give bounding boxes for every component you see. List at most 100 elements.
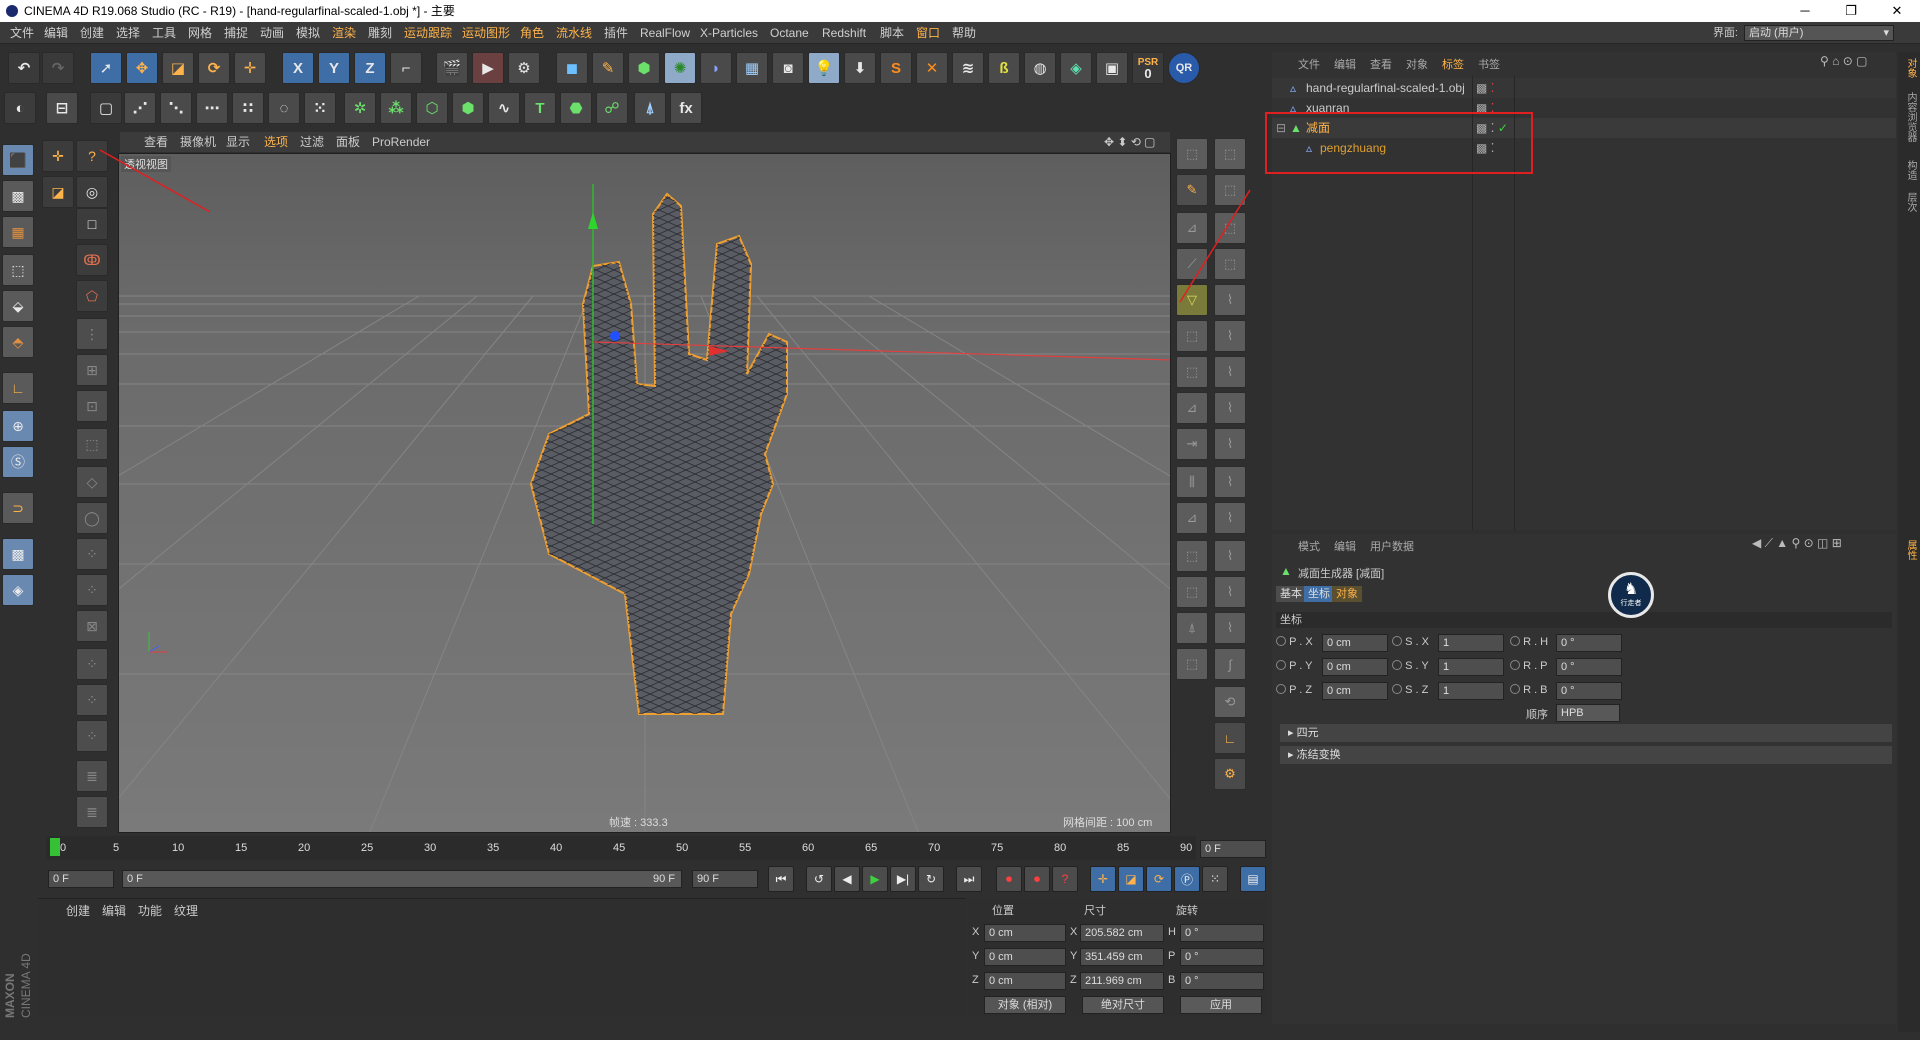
- axis-mode-button[interactable]: ∟: [2, 372, 34, 404]
- menu-mograph[interactable]: 运动图形: [462, 22, 510, 44]
- side-tool-21[interactable]: ⌇: [1214, 502, 1246, 534]
- sphere-button[interactable]: ◍: [1024, 52, 1056, 84]
- mat-menu-create[interactable]: 创建: [66, 902, 90, 919]
- om-menu-file[interactable]: 文件: [1298, 56, 1320, 72]
- goto-end-button[interactable]: ⏭: [956, 866, 982, 892]
- scale-axis-button[interactable]: ◪: [42, 176, 74, 208]
- psr-button[interactable]: PSR 0: [1132, 52, 1164, 84]
- extrude-tool[interactable]: ⬣: [560, 92, 592, 124]
- side-tool-11[interactable]: ⌇: [1214, 320, 1246, 352]
- polygon-select-button[interactable]: ⬠: [76, 280, 108, 312]
- menu-script[interactable]: 脚本: [880, 22, 904, 44]
- help-button[interactable]: ?: [76, 140, 108, 172]
- text-tool[interactable]: T: [524, 92, 556, 124]
- prev-frame-button[interactable]: ◀: [834, 866, 860, 892]
- minimize-button[interactable]: ─: [1782, 0, 1828, 22]
- plugin-b-button[interactable]: ß: [988, 52, 1020, 84]
- right-tab-content-browser[interactable]: 内容浏览器: [1900, 92, 1918, 142]
- redo-button[interactable]: ↷: [42, 52, 74, 84]
- download-button[interactable]: ⬇: [844, 52, 876, 84]
- rot-p-field[interactable]: 0 °: [1180, 948, 1264, 966]
- apply-button[interactable]: 应用: [1180, 996, 1262, 1014]
- mat-menu-function[interactable]: 功能: [138, 902, 162, 919]
- am-nav-icons[interactable]: ◀ ⟋ ▲ ⚲ ⊙ ◫ ⊞: [1752, 536, 1842, 551]
- pos-x-field[interactable]: 0 cm: [984, 924, 1066, 942]
- playhead[interactable]: [50, 838, 60, 856]
- side-tool-29[interactable]: ∫: [1214, 648, 1246, 680]
- r-h-field[interactable]: 0 °: [1556, 634, 1622, 652]
- tool-slot-1[interactable]: ⋮: [76, 318, 108, 350]
- texture-mode-button[interactable]: ▩: [2, 180, 34, 212]
- menu-file[interactable]: 文件: [10, 22, 34, 44]
- side-tool-axis[interactable]: ∟: [1214, 722, 1246, 754]
- menu-animate[interactable]: 动画: [260, 22, 284, 44]
- prev-key-button[interactable]: ↺: [806, 866, 832, 892]
- vp-menu-panel[interactable]: 面板: [336, 132, 360, 152]
- radio-icon[interactable]: [1510, 636, 1520, 646]
- select-tool-button[interactable]: ➚: [90, 52, 122, 84]
- radio-icon[interactable]: [1276, 636, 1286, 646]
- side-tool-14[interactable]: ⊿: [1176, 392, 1208, 424]
- quaternion-group[interactable]: ▸ 四元: [1280, 724, 1892, 742]
- menu-sculpt[interactable]: 雕刻: [368, 22, 392, 44]
- side-tool-8[interactable]: ▽: [1176, 284, 1208, 316]
- mat-menu-texture[interactable]: 纹理: [174, 902, 198, 919]
- right-tab-attributes[interactable]: 属性: [1900, 540, 1918, 560]
- am-tab-object[interactable]: 对象: [1332, 586, 1362, 602]
- tool-slot-10[interactable]: ⁘: [76, 648, 108, 680]
- edges-mode-button[interactable]: ⬙: [2, 290, 34, 322]
- right-tab-objects[interactable]: 对象: [1900, 58, 1918, 78]
- p-y-field[interactable]: 0 cm: [1322, 658, 1388, 676]
- om-menu-object[interactable]: 对象: [1406, 56, 1428, 72]
- vp-menu-view[interactable]: 查看: [144, 132, 168, 152]
- z-axis-handle[interactable]: [610, 331, 620, 341]
- x-axis-button[interactable]: X: [282, 52, 314, 84]
- r-b-field[interactable]: 0 °: [1556, 682, 1622, 700]
- side-tool-27[interactable]: ⌇: [1214, 612, 1246, 644]
- side-tool-30[interactable]: ⟲: [1214, 686, 1246, 718]
- side-tool-6[interactable]: ⟋: [1176, 248, 1208, 280]
- side-tool-22[interactable]: ⬚: [1176, 540, 1208, 572]
- mograph-tool-2[interactable]: ⁂: [380, 92, 412, 124]
- record-button[interactable]: ⏺: [996, 866, 1022, 892]
- pos-z-field[interactable]: 0 cm: [984, 972, 1066, 990]
- move-axis-button[interactable]: ✛: [42, 140, 74, 172]
- points-mode-button[interactable]: ⬚: [2, 254, 34, 286]
- tool-slot-2[interactable]: ⊞: [76, 354, 108, 386]
- viewport[interactable]: 透视视图 帧速 : 333.3 网格间距 : 100 cm: [118, 153, 1171, 833]
- menu-select[interactable]: 选择: [116, 22, 140, 44]
- radio-icon[interactable]: [1276, 684, 1286, 694]
- deformer-button[interactable]: ◗: [700, 52, 732, 84]
- side-tool-brush[interactable]: ✎: [1176, 174, 1208, 206]
- menu-x-particles[interactable]: X-Particles: [700, 22, 758, 44]
- vp-menu-options[interactable]: 选项: [264, 132, 288, 152]
- play-button[interactable]: ▶: [862, 866, 888, 892]
- object-name-hand[interactable]: hand-regularfinal-scaled-1.obj: [1306, 78, 1465, 98]
- side-tool-1[interactable]: ⬚: [1176, 138, 1208, 170]
- menu-realflow[interactable]: RealFlow: [640, 22, 690, 44]
- end-frame-field[interactable]: 90 F: [692, 870, 758, 888]
- radio-icon[interactable]: [1392, 684, 1402, 694]
- side-tool-24[interactable]: ⬚: [1176, 576, 1208, 608]
- s-z-field[interactable]: 1: [1438, 682, 1504, 700]
- rot-h-field[interactable]: 0 °: [1180, 924, 1264, 942]
- side-tool-28[interactable]: ⬚: [1176, 648, 1208, 680]
- tool-slot-7[interactable]: ⁘: [76, 538, 108, 570]
- vp-menu-prorender[interactable]: ProRender: [372, 132, 430, 152]
- snap-tool-3[interactable]: ⋯: [196, 92, 228, 124]
- menu-create[interactable]: 创建: [80, 22, 104, 44]
- side-tool-26[interactable]: ⍋: [1176, 612, 1208, 644]
- side-tool-7[interactable]: ⬚: [1214, 248, 1246, 280]
- am-menu-edit[interactable]: 编辑: [1334, 538, 1356, 554]
- viewport-nav-icons[interactable]: ✥ ⬍ ⟲ ▢: [1104, 132, 1156, 152]
- am-tab-basic[interactable]: 基本: [1276, 586, 1306, 602]
- start-frame-field[interactable]: 0 F: [48, 870, 114, 888]
- mat-menu-edit[interactable]: 编辑: [102, 902, 126, 919]
- solo-button[interactable]: ◈: [2, 574, 34, 606]
- vp-menu-display[interactable]: 显示: [226, 132, 250, 152]
- xparticles-button[interactable]: ✕: [916, 52, 948, 84]
- snap-tool-2[interactable]: ⋱: [160, 92, 192, 124]
- key-position-button[interactable]: ✛: [1090, 866, 1116, 892]
- tool-slot-8[interactable]: ⁘: [76, 574, 108, 606]
- side-tool-12[interactable]: ⬚: [1176, 356, 1208, 388]
